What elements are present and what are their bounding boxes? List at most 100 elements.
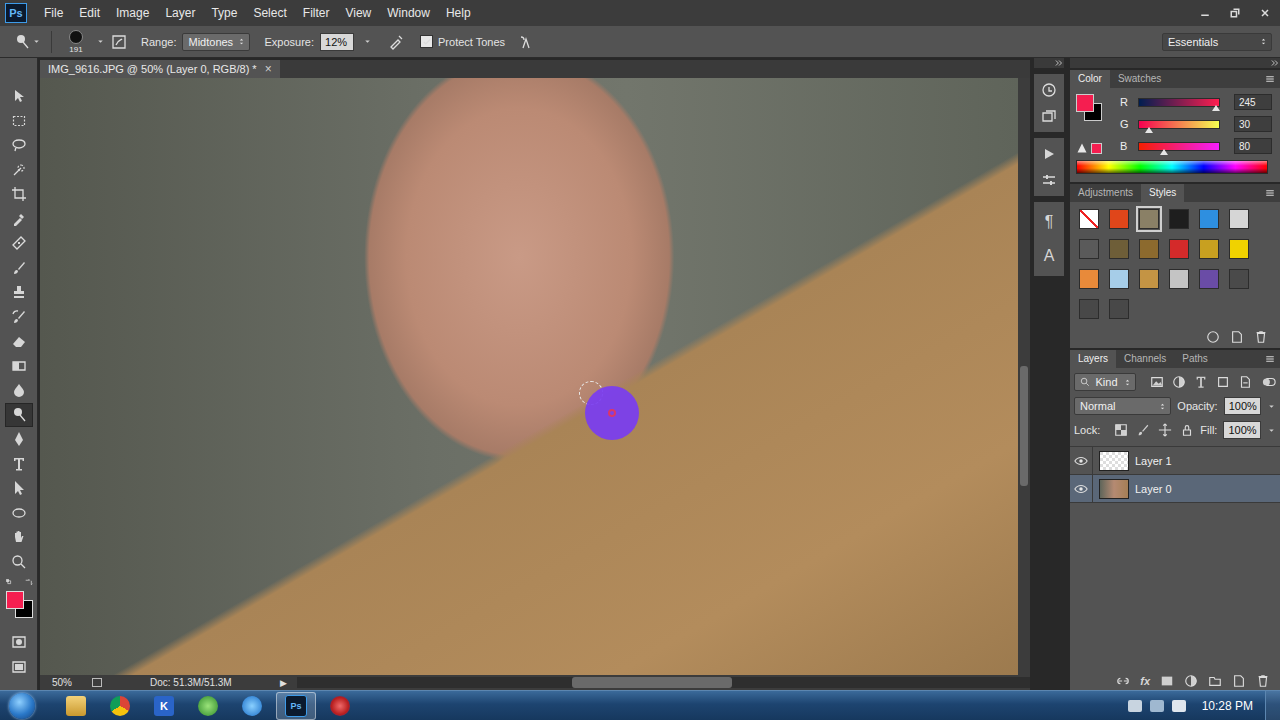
style-swatch[interactable] xyxy=(1196,236,1222,262)
restore-button[interactable] xyxy=(1220,0,1250,26)
canvas[interactable] xyxy=(40,78,1018,675)
menu-item[interactable]: Select xyxy=(245,6,294,20)
style-swatch[interactable] xyxy=(1136,266,1162,292)
brush-size-picker[interactable]: 191 xyxy=(62,28,90,56)
panel-button[interactable]: A xyxy=(1034,239,1064,273)
caret-icon[interactable] xyxy=(1267,402,1276,411)
slider-handle[interactable] xyxy=(1212,105,1220,111)
collapse-icon[interactable] xyxy=(1270,58,1280,68)
style-swatch[interactable] xyxy=(1106,236,1132,262)
style-swatch[interactable] xyxy=(1106,206,1132,232)
link-icon[interactable] xyxy=(1116,674,1130,688)
style-swatch[interactable] xyxy=(1226,266,1252,292)
fill-field[interactable]: 100% xyxy=(1223,421,1261,439)
style-swatch[interactable] xyxy=(1196,266,1222,292)
new-layer-icon[interactable] xyxy=(1230,330,1244,344)
visibility-toggle[interactable] xyxy=(1070,447,1093,474)
brush-lock-icon[interactable] xyxy=(1136,423,1150,437)
panel-tab[interactable]: Layers xyxy=(1070,350,1116,368)
style-swatch[interactable] xyxy=(1226,236,1252,262)
foreground-swatch[interactable] xyxy=(1076,94,1094,112)
trash-icon[interactable] xyxy=(1256,674,1270,688)
range-dropdown[interactable]: Midtones xyxy=(182,33,250,51)
color-spectrum[interactable] xyxy=(1076,160,1268,174)
menu-item[interactable]: Help xyxy=(438,6,479,20)
style-swatch[interactable] xyxy=(1166,236,1192,262)
caret-icon[interactable] xyxy=(96,37,105,46)
tool-button[interactable] xyxy=(5,207,33,232)
style-swatch[interactable] xyxy=(1076,266,1102,292)
screen-mode-button[interactable] xyxy=(5,655,33,680)
caret-icon[interactable] xyxy=(1267,426,1276,435)
menu-item[interactable]: Image xyxy=(108,6,157,20)
taskbar-app[interactable] xyxy=(56,692,96,720)
menu-icon[interactable] xyxy=(1264,353,1276,365)
horizontal-scrollbar[interactable] xyxy=(297,677,1030,688)
vertical-scrollbar[interactable] xyxy=(1018,78,1030,675)
quick-mask-button[interactable] xyxy=(5,630,33,655)
show-desktop-button[interactable] xyxy=(1265,691,1280,720)
status-menu-button[interactable]: ▶ xyxy=(280,678,287,688)
pressure-icon[interactable] xyxy=(519,34,535,50)
style-swatch[interactable] xyxy=(1106,296,1132,322)
menu-item[interactable]: Window xyxy=(379,6,438,20)
airbrush-icon[interactable] xyxy=(388,34,404,50)
panel-tab[interactable]: Adjustments xyxy=(1070,184,1141,202)
opacity-field[interactable]: 100% xyxy=(1224,397,1261,415)
protect-tones-checkbox[interactable]: Protect Tones xyxy=(420,35,505,48)
style-swatch[interactable] xyxy=(1076,206,1102,232)
tool-button[interactable] xyxy=(5,550,33,575)
default-colors-icon[interactable] xyxy=(5,578,14,587)
slider-track[interactable] xyxy=(1138,98,1220,107)
channel-value[interactable]: 80 xyxy=(1234,138,1272,154)
adjust-filter-icon[interactable] xyxy=(1172,375,1186,389)
style-swatch[interactable] xyxy=(1136,236,1162,262)
swap-icon[interactable] xyxy=(24,578,33,587)
style-swatch[interactable] xyxy=(1136,206,1162,232)
tool-button[interactable] xyxy=(5,182,33,207)
tray-icon[interactable] xyxy=(1128,700,1142,712)
tool-button[interactable] xyxy=(5,452,33,477)
panel-tab[interactable]: Styles xyxy=(1141,184,1184,202)
tool-button[interactable] xyxy=(5,329,33,354)
slider-handle[interactable] xyxy=(1160,149,1168,155)
panel-button[interactable] xyxy=(1034,77,1064,103)
scroll-thumb[interactable] xyxy=(572,677,732,688)
clock[interactable]: 10:28 PM xyxy=(1194,699,1257,713)
panel-tab[interactable]: Paths xyxy=(1174,350,1216,368)
type-filter-icon[interactable] xyxy=(1194,375,1208,389)
shape-filter-icon[interactable] xyxy=(1216,375,1230,389)
panel-tab[interactable]: Channels xyxy=(1116,350,1174,368)
panel-button[interactable] xyxy=(1034,141,1064,167)
slider-track[interactable] xyxy=(1138,142,1220,151)
style-swatch[interactable] xyxy=(1196,206,1222,232)
taskbar-app[interactable] xyxy=(320,692,360,720)
workspace-dropdown[interactable]: Essentials xyxy=(1162,33,1272,51)
tool-button[interactable] xyxy=(5,84,33,109)
exposure-slider-button[interactable] xyxy=(360,33,374,51)
taskbar-app[interactable]: K xyxy=(144,692,184,720)
adjust-icon[interactable] xyxy=(1184,674,1198,688)
visibility-toggle[interactable] xyxy=(1070,475,1093,502)
collapse-icon[interactable] xyxy=(1054,58,1064,68)
tool-button[interactable] xyxy=(5,133,33,158)
close-tab-button[interactable]: × xyxy=(265,62,272,76)
style-swatch[interactable] xyxy=(1076,236,1102,262)
layer-row[interactable]: Layer 0 xyxy=(1070,475,1280,503)
tool-button[interactable] xyxy=(5,427,33,452)
network-icon[interactable] xyxy=(1150,700,1164,712)
style-swatch[interactable] xyxy=(1076,296,1102,322)
minimize-button[interactable] xyxy=(1190,0,1220,26)
layer-filter-dropdown[interactable]: Kind xyxy=(1074,373,1136,391)
panel-button[interactable] xyxy=(1034,167,1064,193)
menu-item[interactable]: Filter xyxy=(295,6,338,20)
style-swatch[interactable] xyxy=(1166,266,1192,292)
filter-toggle-icon[interactable] xyxy=(1262,375,1276,389)
menu-item[interactable]: Layer xyxy=(157,6,203,20)
slider-track[interactable] xyxy=(1138,120,1220,129)
tool-button[interactable] xyxy=(5,501,33,526)
brush-panel-icon[interactable] xyxy=(111,34,127,50)
channel-value[interactable]: 30 xyxy=(1234,116,1272,132)
scroll-thumb[interactable] xyxy=(1020,366,1028,486)
layer-style-button[interactable]: fx xyxy=(1140,675,1150,687)
